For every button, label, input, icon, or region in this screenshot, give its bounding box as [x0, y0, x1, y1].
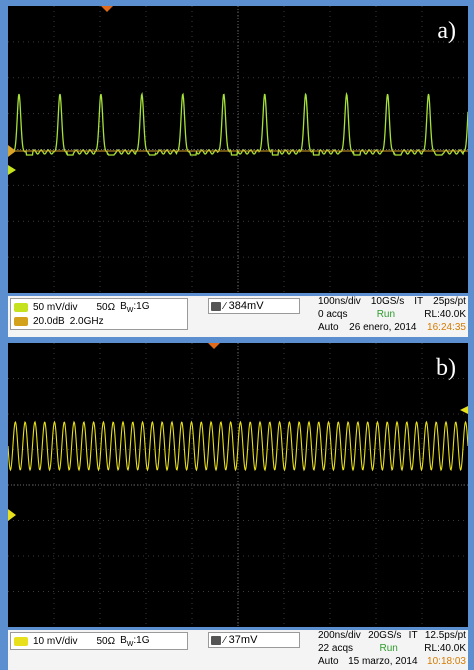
- rising-edge-icon: ∕: [224, 300, 226, 312]
- channel-1-icon: [14, 303, 28, 312]
- trigger-readout-b[interactable]: ∕ 37mV: [208, 632, 300, 648]
- info-bar-a: 50 mV/div 50Ω BW:1G 20.0dB 2.0GHz ∕ 384m…: [8, 296, 468, 337]
- trigger-readout-a[interactable]: ∕ 384mV: [208, 298, 300, 314]
- horizontal-settings-a[interactable]: 100ns/div 10GS/s IT 25ps/pt 0 acqs Run R…: [318, 296, 466, 336]
- math-value-a: 20.0dB: [33, 316, 65, 327]
- bandwidth-b: BW:1G: [120, 635, 150, 648]
- interp-mode-a: IT: [414, 296, 424, 307]
- trigger-source-icon: [211, 635, 221, 645]
- run-state-b: Run: [379, 643, 398, 654]
- trigger-level-marker: [460, 406, 468, 414]
- resolution-b: 12.5ps/pt: [424, 630, 466, 641]
- waveform-svg-b: [8, 343, 468, 627]
- trigger-position-marker: [101, 6, 113, 12]
- bandwidth-a: BW:1G: [120, 301, 150, 314]
- sample-rate-b: 20GS/s: [368, 630, 402, 641]
- time-a: 16:24:35: [427, 322, 466, 333]
- info-bar-b: 10 mV/div 50Ω BW:1G ∕ 37mV 200ns/div 20G…: [8, 630, 468, 670]
- timebase-b: 200ns/div: [318, 630, 361, 641]
- panel-label-b: b): [436, 355, 456, 381]
- impedance-a: 50Ω: [96, 302, 116, 313]
- sample-rate-a: 10GS/s: [370, 296, 405, 307]
- trigger-level-b: 37mV: [228, 634, 258, 646]
- rising-edge-icon: ∕: [224, 634, 226, 646]
- volts-per-div-a: 50 mV/div: [33, 302, 78, 313]
- volts-per-div-b: 10 mV/div: [33, 636, 78, 647]
- record-length-a: RL:40.0K: [424, 309, 466, 320]
- waveform-display-b: b): [8, 343, 468, 627]
- trigger-mode-a: Auto: [318, 322, 339, 333]
- trigger-mode-b: Auto: [318, 656, 339, 667]
- channel-ground-marker: [8, 509, 16, 521]
- scope-panel-b: b) 10 mV/div 50Ω BW:1G ∕ 37mV 200ns/div …: [0, 337, 474, 670]
- run-state-a: Run: [376, 309, 396, 320]
- channel-settings-a[interactable]: 50 mV/div 50Ω BW:1G 20.0dB 2.0GHz: [10, 298, 188, 330]
- waveform-display-a: a): [8, 6, 468, 293]
- pulse-trace: [8, 91, 468, 156]
- date-b: 15 marzo, 2014: [348, 656, 418, 667]
- math-freq-a: 2.0GHz: [69, 316, 104, 327]
- horizontal-settings-b[interactable]: 200ns/div 20GS/s IT 12.5ps/pt 22 acqs Ru…: [318, 630, 466, 670]
- scope-panel-a: a) 50 mV/div 50Ω BW:1G 20.0dB 2.0GHz ∕ 3…: [0, 0, 474, 337]
- channel-settings-b[interactable]: 10 mV/div 50Ω BW:1G: [10, 632, 188, 650]
- resolution-a: 25ps/pt: [433, 296, 466, 307]
- impedance-b: 50Ω: [96, 636, 116, 647]
- channel-1-icon: [14, 637, 28, 646]
- timebase-a: 100ns/div: [318, 296, 361, 307]
- trigger-level-a: 384mV: [228, 300, 264, 312]
- date-a: 26 enero, 2014: [349, 322, 417, 333]
- interp-mode-b: IT: [408, 630, 418, 641]
- math-channel-icon: [14, 317, 28, 326]
- time-b: 10:18:03: [427, 656, 466, 667]
- trigger-source-icon: [211, 301, 221, 311]
- acq-count-a: 0 acqs: [318, 309, 348, 320]
- sine-trace: [8, 420, 468, 472]
- acq-count-b: 22 acqs: [318, 643, 354, 654]
- channel-ground-marker: [8, 165, 16, 175]
- record-length-b: RL:40.0K: [424, 643, 466, 654]
- trigger-position-marker: [208, 343, 220, 349]
- waveform-svg-a: [8, 6, 468, 293]
- panel-label-a: a): [437, 18, 456, 44]
